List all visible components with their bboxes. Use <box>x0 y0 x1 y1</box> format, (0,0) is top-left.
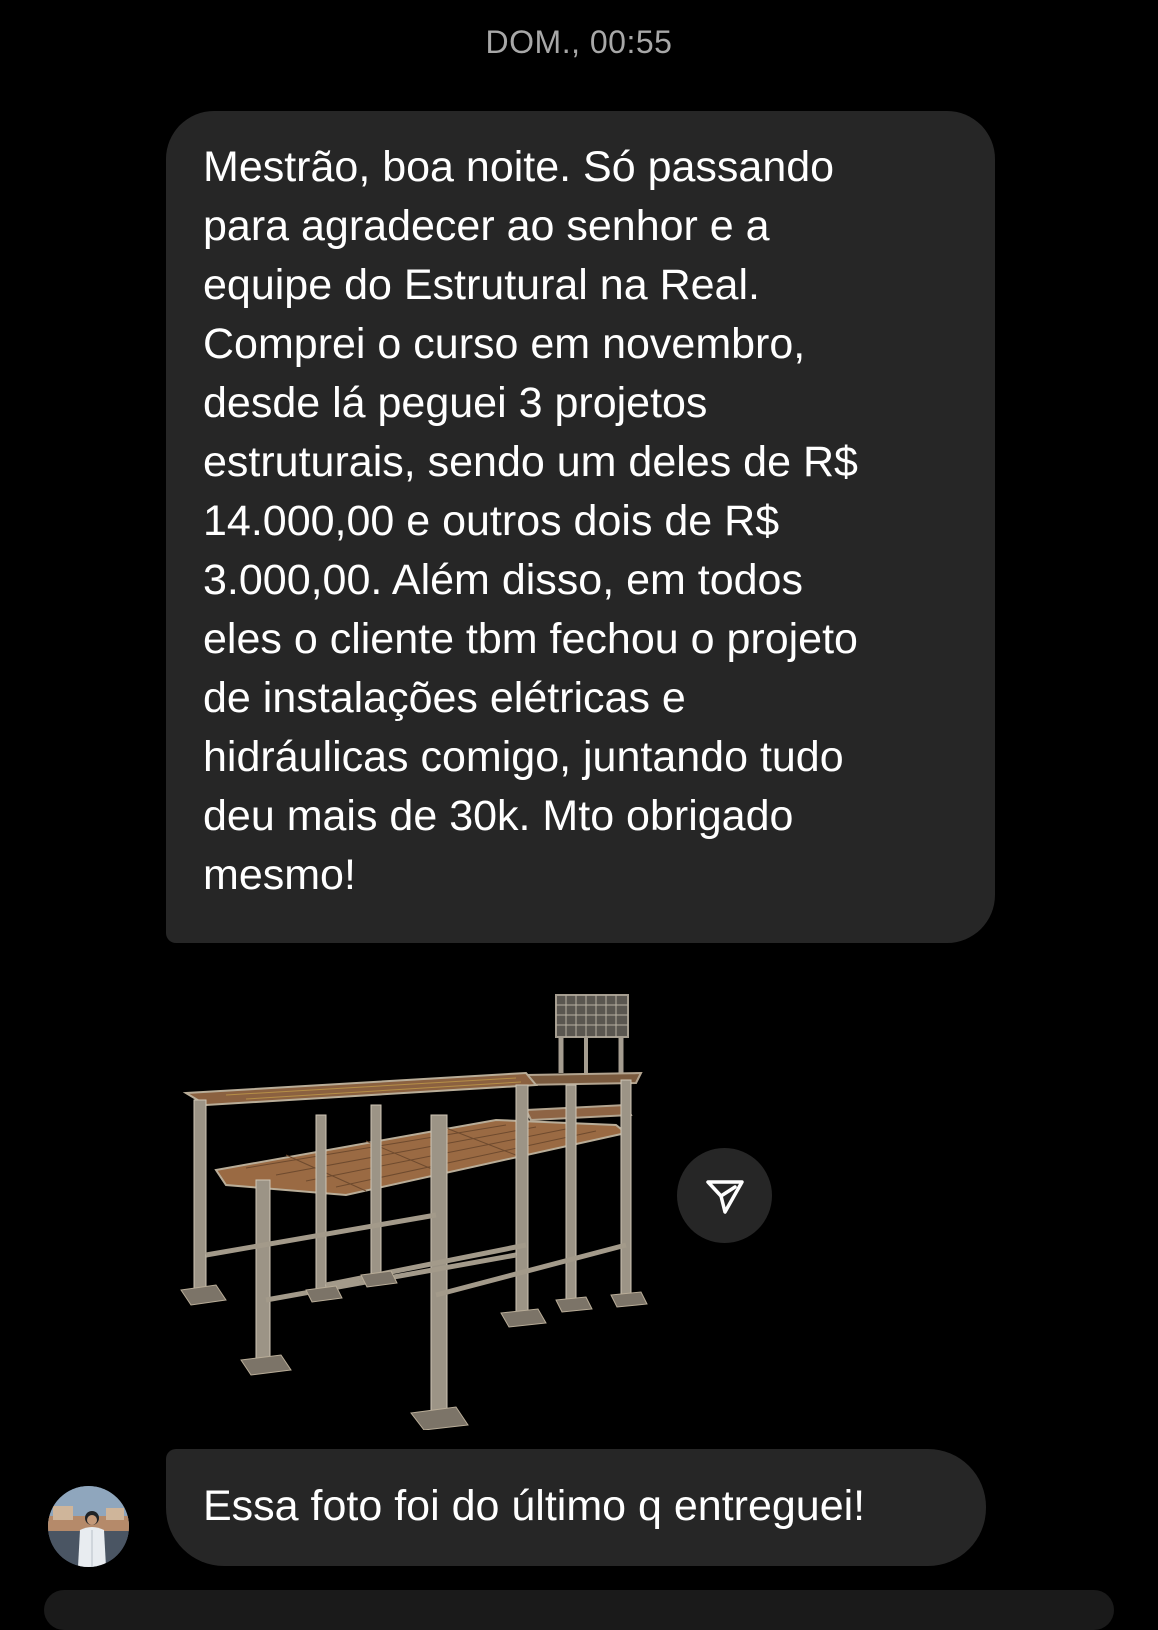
message-photo[interactable] <box>166 955 666 1431</box>
avatar[interactable] <box>48 1486 129 1567</box>
structural-model-image <box>180 994 648 1431</box>
message-bubble-main[interactable]: Mestrão, boa noite. Só passando para agr… <box>166 111 995 943</box>
message-composer[interactable] <box>44 1590 1114 1630</box>
avatar-photo <box>48 1486 129 1567</box>
message-timestamp: DOM., 00:55 <box>485 24 673 60</box>
water-tank <box>555 994 629 1073</box>
paper-plane-icon <box>705 1179 744 1214</box>
share-button[interactable] <box>677 1148 772 1243</box>
message-bubble-last[interactable]: Essa foto foi do último q entreguei! <box>166 1449 986 1566</box>
